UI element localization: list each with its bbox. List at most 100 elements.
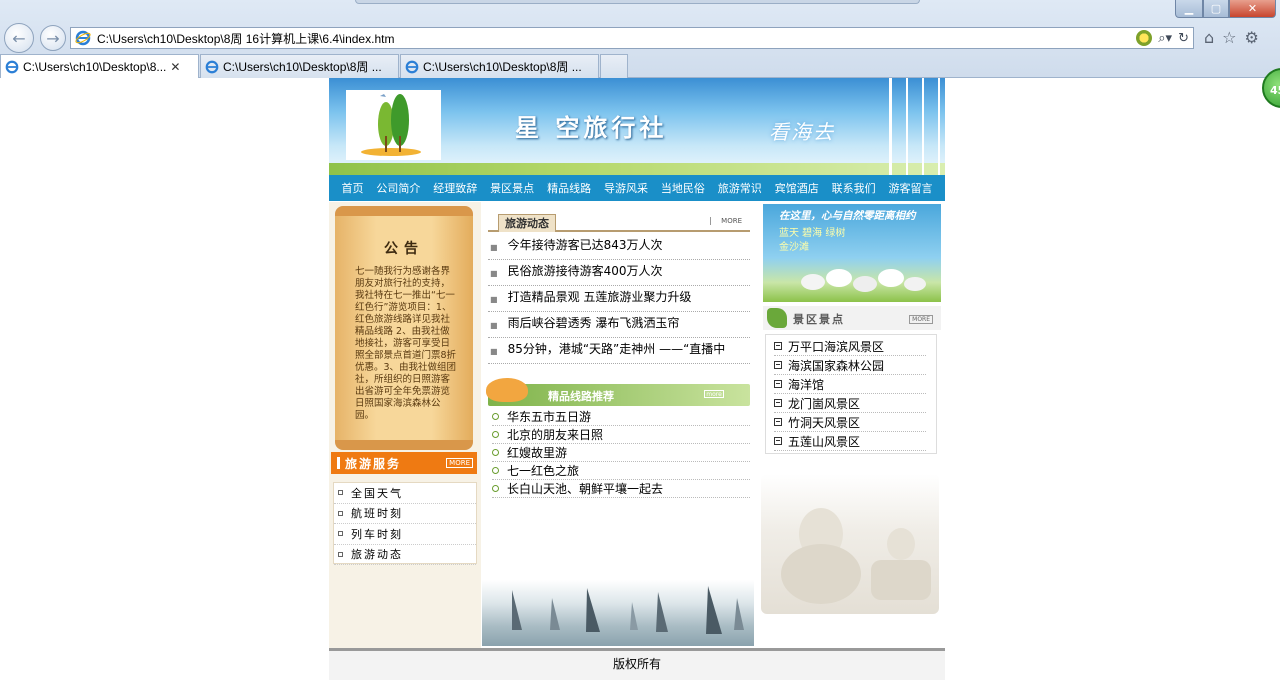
list-item[interactable]: 万平口海滨风景区 [774, 337, 926, 356]
services-list: 全国天气 航班时刻 列车时刻 旅游动态 [333, 482, 477, 565]
square-bullet-icon [774, 361, 782, 369]
news-item[interactable]: ■ 雨后峡谷碧透秀 瀑布飞溅洒玉帘 [488, 312, 750, 338]
bullet-icon: ■ [490, 321, 498, 330]
scenic-more-button[interactable]: MORE [909, 315, 933, 324]
service-label: 航班时刻 [351, 507, 403, 521]
list-item[interactable]: 北京的朋友来日照 [492, 426, 750, 444]
list-item[interactable]: 华东五市五日游 [492, 408, 750, 426]
bullet-icon: ■ [490, 295, 498, 304]
list-item[interactable]: 竹洞天风景区 [774, 413, 926, 432]
news-item[interactable]: ■ 今年接待游客已达843万人次 [488, 234, 750, 260]
bullet-icon [338, 551, 343, 557]
banner-grass [329, 163, 945, 175]
bullet-icon [338, 510, 343, 516]
news-item[interactable]: ■ 民俗旅游接待游客400万人次 [488, 260, 750, 286]
tab-1[interactable]: C:\Users\ch10\Desktop\8... ✕ [0, 54, 199, 78]
close-window-button[interactable]: ✕ [1229, 0, 1276, 18]
bullet-icon [338, 490, 343, 496]
notice-title: 公告 [384, 241, 424, 257]
tab-strip: C:\Users\ch10\Desktop\8... ✕ C:\Users\ch… [0, 54, 628, 78]
tab-label: C:\Users\ch10\Desktop\8... [23, 59, 167, 74]
cloud-icon [486, 378, 528, 402]
list-item[interactable]: 龙门崮风景区 [774, 394, 926, 413]
list-item[interactable]: 旅游动态 [334, 545, 476, 565]
list-item[interactable]: 七一红色之旅 [492, 462, 750, 480]
route-label: 红嫂故里游 [507, 446, 568, 460]
tab-2[interactable]: C:\Users\ch10\Desktop\8周 ... [200, 54, 399, 78]
list-item[interactable]: 海洋馆 [774, 375, 926, 394]
news-text: 雨后峡谷碧透秀 瀑布飞溅洒玉帘 [507, 316, 680, 330]
nav-item-home[interactable]: 首页 [341, 180, 363, 196]
middle-column: 旅游动态 MORE ■ 今年接待游客已达843万人次 ■ 民俗旅游接待游客400万人… [482, 202, 754, 652]
list-item[interactable]: 红嫂故里游 [492, 444, 750, 462]
forward-button[interactable]: → [40, 25, 66, 51]
back-button[interactable]: ← [4, 23, 34, 53]
nav-item-guestbook[interactable]: 游客留言 [889, 180, 933, 196]
list-item[interactable]: 列车时刻 [334, 524, 476, 545]
refresh-icon[interactable]: ↻ [1178, 31, 1189, 46]
services-header: 旅游服务 MORE [331, 452, 477, 474]
tab-label: C:\Users\ch10\Desktop\8周 ... [223, 60, 382, 74]
compat-icon[interactable] [1136, 30, 1153, 46]
nav-item-routes[interactable]: 精品线路 [547, 180, 591, 196]
close-tab-icon[interactable]: ✕ [170, 60, 180, 74]
nav-item-hotels[interactable]: 宾馆酒店 [775, 180, 819, 196]
browser-tools: ⌂ ☆ ⚙ [1204, 28, 1259, 47]
notice-body: 七一随我行为感谢各界朋友对旅行社的支持，我社特在七一推出“七一红色行”游览项目：… [355, 266, 457, 421]
star-icon[interactable]: ☆ [1222, 28, 1236, 47]
news-more-button[interactable]: MORE [710, 217, 742, 225]
news-header: 旅游动态 MORE [488, 212, 750, 232]
news-title: 旅游动态 [498, 214, 556, 232]
routes-more-button[interactable]: more [704, 390, 724, 398]
news-item[interactable]: ■ 打造精品景观 五莲旅游业聚力升级 [488, 286, 750, 312]
news-text: 打造精品景观 五莲旅游业聚力升级 [507, 290, 692, 304]
list-item[interactable]: 五莲山风景区 [774, 432, 926, 451]
maximize-button[interactable]: ▢ [1203, 0, 1229, 18]
doves-illustration [801, 269, 926, 292]
search-icon[interactable]: ⌕▾ [1158, 31, 1172, 46]
minimize-button[interactable]: ▁ [1175, 0, 1203, 18]
square-bullet-icon [774, 380, 782, 388]
site-title: 星 空旅行社 [515, 113, 668, 142]
promo-banner[interactable]: 在这里，心与自然零距离相约 蓝天 碧海 绿树 金沙滩 [763, 204, 941, 302]
square-bullet-icon [774, 437, 782, 445]
nav-item-guides[interactable]: 导游风采 [604, 180, 648, 196]
footer: 版权所有 [329, 648, 945, 680]
tab-3[interactable]: C:\Users\ch10\Desktop\8周 ... [400, 54, 599, 78]
nav-item-customs[interactable]: 当地民俗 [661, 180, 705, 196]
ie-icon [5, 60, 19, 74]
list-item[interactable]: 全国天气 [334, 483, 476, 504]
square-bullet-icon [774, 399, 782, 407]
nav-item-tips[interactable]: 旅游常识 [718, 180, 762, 196]
site-logo[interactable] [346, 90, 441, 160]
header-bar [337, 457, 340, 469]
scenic-label: 万平口海滨风景区 [788, 339, 885, 354]
address-text[interactable]: C:\Users\ch10\Desktop\8周 16计算机上课\6.4\ind… [97, 30, 394, 47]
nav-item-about[interactable]: 公司简介 [376, 180, 420, 196]
scenic-list: 万平口海滨风景区 海滨国家森林公园 海洋馆 龙门崮风景区 竹洞天风景区 五莲山风… [765, 334, 937, 454]
address-bar[interactable]: C:\Users\ch10\Desktop\8周 16计算机上课\6.4\ind… [70, 27, 1194, 49]
scenic-label: 龙门崮风景区 [788, 396, 861, 411]
news-item[interactable]: ■ 85分钟，港城“天路”走神州 ——“直播中 [488, 338, 750, 364]
notice-scroll: 公告 七一随我行为感谢各界朋友对旅行社的支持，我社特在七一推出“七一红色行”游览… [335, 206, 473, 450]
ie-icon [405, 60, 419, 74]
route-label: 北京的朋友来日照 [507, 428, 604, 442]
home-icon[interactable]: ⌂ [1204, 28, 1214, 47]
nav-item-contact[interactable]: 联系我们 [832, 180, 876, 196]
gear-icon[interactable]: ⚙ [1245, 28, 1259, 47]
news-text: 今年接待游客已达843万人次 [507, 238, 663, 252]
scenic-label: 海滨国家森林公园 [788, 358, 885, 373]
promo-slogan: 在这里，心与自然零距离相约 [779, 210, 916, 222]
list-item[interactable]: 长白山天池、朝鲜平壤一起去 [492, 480, 750, 498]
services-more-button[interactable]: MORE [446, 458, 473, 468]
bullet-icon: ■ [490, 269, 498, 278]
scenic-header: 景区景点 MORE [763, 306, 941, 330]
ie-icon [75, 30, 91, 46]
left-column: 公告 七一随我行为感谢各界朋友对旅行社的支持，我社特在七一推出“七一红色行”游览… [329, 202, 481, 652]
list-item[interactable]: 海滨国家森林公园 [774, 356, 926, 375]
nav-item-manager[interactable]: 经理致辞 [433, 180, 477, 196]
list-item[interactable]: 航班时刻 [334, 504, 476, 524]
nav-item-scenic[interactable]: 景区景点 [490, 180, 534, 196]
title-strip [355, 0, 920, 4]
new-tab-button[interactable] [600, 54, 628, 78]
